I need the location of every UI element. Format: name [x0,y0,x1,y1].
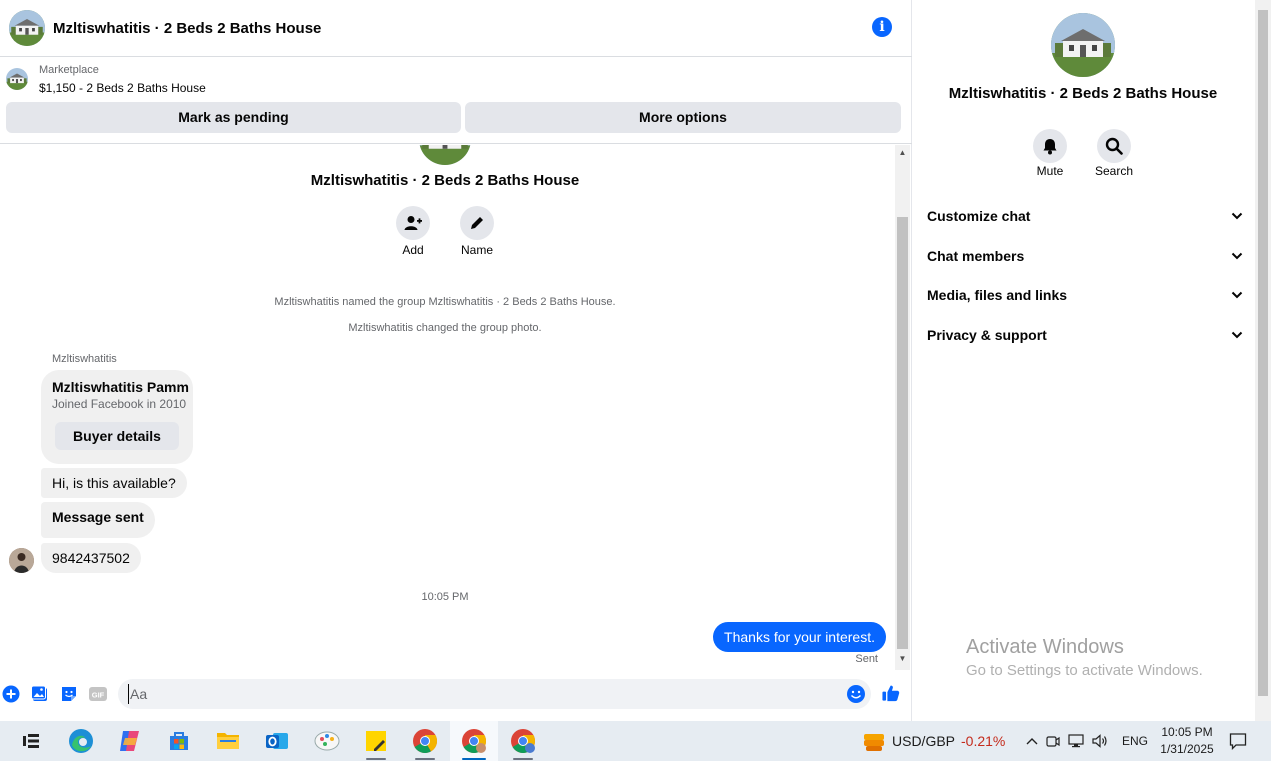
message-input-wrapper [118,679,871,709]
thumbs-up-icon[interactable] [882,684,900,702]
add-person-icon [404,216,422,230]
page-scrollbar[interactable] [1255,0,1271,721]
listing-thumbnail[interactable] [6,68,28,90]
volume-icon[interactable] [1092,734,1108,748]
chevron-down-icon [1231,331,1243,339]
outlook-icon[interactable] [253,721,301,761]
clock-date: 1/31/2025 [1160,742,1214,756]
system-message: Mzltiswhatitis named the group Mzltiswha… [274,296,616,308]
bell-icon [1043,138,1057,154]
notification-icon[interactable] [1229,732,1247,755]
chevron-down-icon [1231,291,1243,299]
customize-chat-section[interactable]: Customize chat [927,201,1243,231]
section-label: Chat members [927,248,1025,264]
my-message-bubble[interactable]: Thanks for your interest. [713,622,886,652]
scroll-up-icon[interactable]: ▲ [895,146,910,160]
stock-widget[interactable]: USD/GBP -0.21% [862,729,1005,753]
clock[interactable]: 10:05 PM 1/31/2025 [1158,724,1216,758]
system-tray: ENG [1026,721,1148,761]
chat-header: Mzltiswhatitis · 2 Beds 2 Baths House i [0,0,912,57]
info-panel: Mzltiswhatitis · 2 Beds 2 Baths House Mu… [913,0,1255,721]
search-label: Search [1094,164,1134,178]
copilot-icon[interactable] [106,721,154,761]
listing-title[interactable]: $1,150 - 2 Beds 2 Baths House [39,81,206,95]
marketplace-label: Marketplace [39,64,99,76]
chevron-down-icon [1231,212,1243,220]
chat-pane: Mzltiswhatitis · 2 Beds 2 Baths House i … [0,0,912,721]
photo-icon[interactable] [31,685,49,703]
chrome-profile-icon[interactable] [450,721,498,761]
pencil-icon [471,217,483,229]
emoji-icon[interactable] [847,685,865,703]
page-scroll-thumb[interactable] [1258,10,1268,696]
marketplace-banner: Marketplace $1,150 - 2 Beds 2 Baths Hous… [0,58,912,144]
chevron-up-icon[interactable] [1026,737,1038,745]
group-avatar[interactable] [9,10,45,46]
gif-icon[interactable]: GIF [89,685,107,703]
mute-button[interactable] [1033,129,1067,163]
message-bubble[interactable]: 9842437502 [41,543,141,573]
chrome-profile2-icon[interactable] [499,721,547,761]
stock-pair: USD/GBP [892,733,956,749]
message-input[interactable] [128,684,838,704]
thread-scrollbar[interactable]: ▲ ▼ [895,145,910,670]
section-label: Privacy & support [927,327,1047,343]
activate-windows-subtitle: Go to Settings to activate Windows. [966,662,1203,679]
file-explorer-icon[interactable] [204,721,252,761]
sticky-notes-icon[interactable] [352,721,400,761]
stock-change: -0.21% [961,733,1006,749]
media-files-section[interactable]: Media, files and links [927,280,1243,310]
taskbar: USD/GBP -0.21% ENG 10:05 PM 1/31/2025 [0,721,1271,761]
info-group-avatar[interactable] [1051,13,1115,77]
thread-group-avatar [419,145,471,165]
system-message: Mzltiswhatitis changed the group photo. [348,322,542,334]
message-timestamp: 10:05 PM [421,591,469,603]
sent-status: Sent [855,653,878,665]
meet-icon[interactable] [1046,734,1060,748]
mute-label: Mute [1036,164,1064,178]
clock-time: 10:05 PM [1161,725,1213,739]
edge-icon[interactable] [57,721,105,761]
store-icon[interactable] [155,721,203,761]
activate-windows-title: Activate Windows [966,636,1124,658]
sender-avatar[interactable] [9,548,34,573]
privacy-support-section[interactable]: Privacy & support [927,320,1243,350]
chat-title[interactable]: Mzltiswhatitis · 2 Beds 2 Baths House [53,20,321,37]
section-label: Customize chat [927,208,1031,224]
paint-icon[interactable] [303,721,351,761]
scroll-down-icon[interactable]: ▼ [895,652,910,666]
rename-button[interactable] [460,206,494,240]
money-icon [864,734,884,751]
buyer-card: Mzltiswhatitis Pamm Joined Facebook in 2… [41,370,193,464]
sender-name: Mzltiswhatitis [52,353,117,365]
scroll-thumb[interactable] [897,217,908,649]
buyer-name: Mzltiswhatitis Pamm [52,379,189,395]
more-options-button[interactable]: More options [465,102,901,133]
buyer-details-button[interactable]: Buyer details [55,422,179,450]
info-icon[interactable]: i [872,17,892,37]
section-label: Media, files and links [927,287,1068,303]
thread-group-name: Mzltiswhatitis · 2 Beds 2 Baths House [310,172,580,189]
network-icon[interactable] [1068,734,1084,748]
chat-members-section[interactable]: Chat members [927,241,1243,271]
buyer-joined: Joined Facebook in 2010 [52,397,187,411]
search-icon [1105,137,1123,155]
svg-text:GIF: GIF [92,691,105,700]
message-thread[interactable]: Mzltiswhatitis · 2 Beds 2 Baths House Ad… [0,145,895,670]
sticker-icon[interactable] [60,685,78,703]
add-label: Add [402,243,424,257]
message-bubble[interactable]: Hi, is this available? [41,468,187,498]
composer: GIF [0,676,912,716]
mark-pending-button[interactable]: Mark as pending [6,102,461,133]
add-person-button[interactable] [396,206,430,240]
chevron-down-icon [1231,252,1243,260]
message-bubble[interactable]: Message sent [41,502,155,538]
language-indicator[interactable]: ENG [1122,734,1148,748]
chrome-icon[interactable] [401,721,449,761]
task-view-icon[interactable] [7,721,55,761]
info-title: Mzltiswhatitis · 2 Beds 2 Baths House [948,85,1218,102]
name-label: Name [460,243,493,257]
plus-icon[interactable] [2,685,20,703]
search-button[interactable] [1097,129,1131,163]
